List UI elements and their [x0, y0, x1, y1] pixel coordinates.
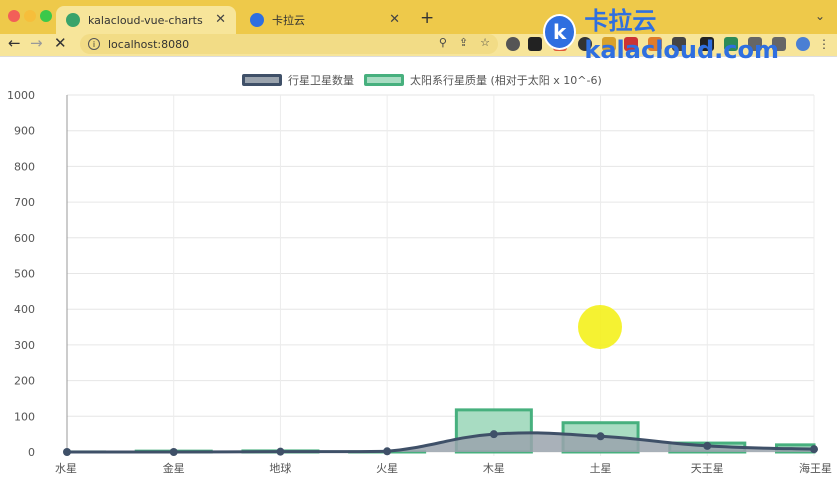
y-tick-label: 100: [14, 410, 35, 423]
x-tick-label: 火星: [376, 462, 398, 475]
x-tick-label: 海王星: [799, 461, 832, 475]
y-tick-label: 300: [14, 339, 35, 352]
line-point-moons[interactable]: [169, 448, 178, 456]
line-point-moons[interactable]: [489, 430, 498, 439]
y-tick-label: 200: [14, 375, 35, 388]
x-tick-label: 金星: [163, 461, 185, 475]
line-point-moons[interactable]: [276, 447, 285, 456]
x-tick-label: 水星: [55, 462, 77, 475]
y-axis-ticks: 0 100 200 300 400 500 600 700 800 900 1000: [7, 89, 35, 459]
y-tick-label: 500: [14, 268, 35, 281]
line-point-moons[interactable]: [703, 441, 712, 450]
chart-canvas: 0 100 200 300 400 500 600 700 800 900 1000 水星 金星 地球 火…: [7, 89, 832, 475]
line-point-moons[interactable]: [63, 448, 71, 456]
y-tick-label: 900: [14, 125, 35, 138]
y-tick-label: 1000: [7, 89, 35, 102]
x-tick-label: 地球: [269, 461, 291, 475]
line-point-moons[interactable]: [383, 447, 392, 456]
line-point-moons[interactable]: [596, 432, 605, 441]
cursor-highlight: [578, 305, 622, 349]
line-point-moons[interactable]: [810, 445, 818, 454]
y-tick-label: 0: [28, 446, 35, 459]
x-tick-label: 土星: [590, 462, 612, 475]
x-axis-ticks: 水星 金星 地球 火星 木星 土星 天王星 海王星: [55, 461, 832, 475]
y-tick-label: 600: [14, 232, 35, 245]
y-tick-label: 800: [14, 160, 35, 173]
x-tick-label: 天王星: [691, 462, 724, 475]
grid-lines: [66, 94, 815, 456]
y-tick-label: 400: [14, 303, 35, 316]
y-tick-label: 700: [14, 196, 35, 209]
x-tick-label: 木星: [483, 462, 505, 475]
